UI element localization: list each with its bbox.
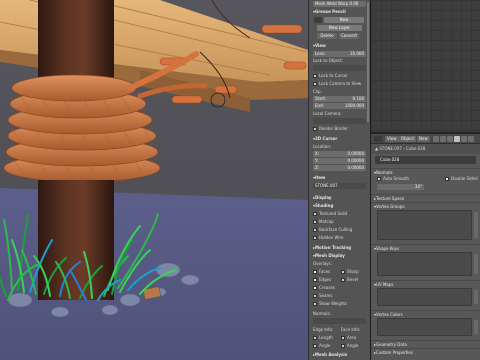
convert-button[interactable]: Convert xyxy=(339,33,359,39)
properties-editor[interactable]: View Object New ▲ STONE.007 › Cube.028 C… xyxy=(370,132,480,360)
material-tab-icon[interactable] xyxy=(461,136,467,142)
scene-tab-icon[interactable] xyxy=(440,136,446,142)
uv-maps-header[interactable]: UV Maps xyxy=(371,280,480,287)
shape-keys-side-buttons[interactable] xyxy=(474,254,478,274)
hidden-wire-checkbox[interactable]: Hidden Wire xyxy=(313,235,366,241)
location-label: Location: xyxy=(313,144,332,149)
geometry-data-header[interactable]: Geometry Data xyxy=(371,340,480,347)
properties-sidebar[interactable]: Mesh Weld Warp 0.08 Grease Pencil New Ne… xyxy=(308,0,370,360)
matcap-checkbox[interactable]: Matcap xyxy=(313,219,366,225)
mesh-data-tab-icon[interactable] xyxy=(454,136,460,142)
local-camera-label: Local Camera: xyxy=(313,111,342,116)
overlays-label: Overlays: xyxy=(313,261,332,266)
auto-smooth-angle-field[interactable]: 30° xyxy=(377,184,424,190)
lock-to-cursor-checkbox[interactable]: Lock to Cursor xyxy=(313,73,366,79)
normals-header[interactable]: Normals xyxy=(371,168,480,175)
double-sided-checkbox[interactable]: Double Sided xyxy=(445,176,478,182)
grease-pencil-new-button[interactable]: New xyxy=(324,17,364,23)
local-camera-field[interactable] xyxy=(313,118,366,124)
top-field[interactable]: Mesh Weld Warp 0.08 xyxy=(313,1,366,7)
vertex-colors-list[interactable] xyxy=(377,318,472,336)
vertex-groups-side-buttons[interactable] xyxy=(474,212,478,238)
shape-keys-header[interactable]: Shape Keys xyxy=(371,244,480,251)
render-tab-icon[interactable] xyxy=(433,136,439,142)
sidebar-scrollbar[interactable] xyxy=(367,2,369,122)
editor-type-icon[interactable] xyxy=(374,136,382,142)
clip-end-field[interactable]: End: 1000.000 xyxy=(313,103,366,109)
face-info-label: Face Info: xyxy=(341,327,361,332)
breadcrumb: ▲ STONE.007 › Cube.028 xyxy=(371,144,480,154)
backface-culling-checkbox[interactable]: Backface Culling xyxy=(313,227,366,233)
uv-maps-list[interactable] xyxy=(377,288,472,306)
texture-tab-icon[interactable] xyxy=(468,136,474,142)
vertex-groups-header[interactable]: Vertex Groups xyxy=(371,202,480,209)
creases-checkbox[interactable]: Creases xyxy=(313,285,366,291)
cursor-z-field[interactable]: Z: 0.00000 xyxy=(313,165,366,171)
new-button[interactable]: New xyxy=(417,136,430,142)
cursor-y-field[interactable]: Y: 0.00000 xyxy=(313,158,366,164)
uv-maps-side-buttons[interactable] xyxy=(474,290,478,304)
new-layer-button[interactable]: New Layer xyxy=(317,25,362,31)
grease-pencil-header[interactable]: Grease Pencil xyxy=(313,9,366,15)
properties-header: View Object New xyxy=(371,134,480,144)
cursor-x-field[interactable]: X: 0.00000 xyxy=(313,151,366,157)
lens-field[interactable]: Lens: 35.000 xyxy=(313,51,366,57)
vertex-colors-side-buttons[interactable] xyxy=(474,320,478,334)
render-border-checkbox[interactable]: Render Border xyxy=(313,126,366,132)
view-menu[interactable]: View xyxy=(385,136,399,142)
lens-value: 35.000 xyxy=(350,51,364,56)
shading-header[interactable]: Shading xyxy=(313,203,366,209)
edge-info-label: Edge Info: xyxy=(313,327,334,332)
breadcrumb-datablock: Cube.028 xyxy=(406,146,426,151)
clip-start-field[interactable]: Start: 0.100 xyxy=(313,96,366,102)
breadcrumb-object: STONE.007 xyxy=(379,146,402,151)
seams-checkbox[interactable]: Seams xyxy=(313,293,366,299)
lens-label: Lens: xyxy=(315,51,326,56)
object-menu[interactable]: Object xyxy=(399,136,417,142)
view-header[interactable]: View xyxy=(313,43,366,49)
viewport-scene xyxy=(0,0,308,360)
3d-viewport[interactable] xyxy=(0,0,308,360)
show-weights-checkbox[interactable]: Show Weights xyxy=(313,301,366,307)
normals-toggles[interactable] xyxy=(313,318,366,324)
lock-camera-checkbox[interactable]: Lock Camera to View xyxy=(313,81,366,87)
texture-space-header[interactable]: Texture Space xyxy=(371,194,480,201)
vertex-groups-list[interactable] xyxy=(377,210,472,240)
item-header[interactable]: Item xyxy=(313,175,366,181)
textured-solid-checkbox[interactable]: Textured Solid xyxy=(313,211,366,217)
faces-checkbox[interactable]: Faces xyxy=(313,269,338,275)
face-angle-checkbox[interactable]: Angle xyxy=(341,343,366,349)
custom-properties-header[interactable]: Custom Properties xyxy=(371,348,480,355)
sharp-checkbox[interactable]: Sharp xyxy=(341,269,366,275)
edges-checkbox[interactable]: Edges xyxy=(313,277,338,283)
bevel-checkbox[interactable]: Bevel xyxy=(341,277,366,283)
shape-keys-list[interactable] xyxy=(377,252,472,276)
object-tab-icon[interactable] xyxy=(447,136,453,142)
pencil-icon[interactable] xyxy=(314,17,322,23)
3d-cursor-header[interactable]: 3D Cursor xyxy=(313,136,366,142)
delete-button[interactable]: Delete xyxy=(317,33,337,39)
vertex-colors-header[interactable]: Vertex Colors xyxy=(371,310,480,317)
clip-label: Clip: xyxy=(313,89,322,94)
node-editor-area[interactable] xyxy=(370,0,480,132)
datablock-name-field[interactable]: Cube.028 xyxy=(375,156,476,164)
lock-to-object-label: Lock to Object: xyxy=(313,58,344,63)
motion-tracking-header[interactable]: Motion Tracking xyxy=(313,245,366,251)
length-checkbox[interactable]: Length xyxy=(313,335,338,341)
auto-smooth-checkbox[interactable]: Auto Smooth xyxy=(377,176,409,182)
angle-checkbox[interactable]: Angle xyxy=(313,343,338,349)
item-name-field[interactable]: STONE.007 xyxy=(313,183,366,189)
display-header[interactable]: Display xyxy=(313,195,366,201)
normals-label: Normals: xyxy=(313,311,331,316)
mesh-display-header[interactable]: Mesh Display xyxy=(313,253,366,259)
area-checkbox[interactable]: Area xyxy=(341,335,366,341)
lock-object-field[interactable] xyxy=(313,65,366,71)
mesh-analysis-header[interactable]: Mesh Analysis xyxy=(313,352,366,358)
